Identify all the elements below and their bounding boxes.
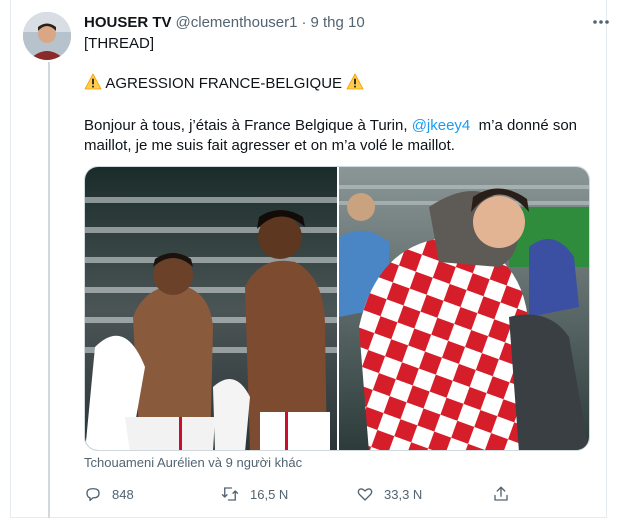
tagged-people-link[interactable]: Tchouameni Aurélien và 9 người khác [84,455,302,470]
share-button[interactable] [492,485,520,503]
separator-dot: · [301,13,307,31]
tweet-body-line-1: Bonjour à tous, j’étais à France Belgiqu… [84,116,577,136]
tweet-header: HOUSER TV @clementhouser1 · 9 thg 10 [84,12,610,32]
photo-1[interactable] [85,167,337,450]
warning-icon [346,73,364,96]
body-text: Bonjour à tous, j’étais à France Belgiqu… [84,117,412,134]
body-text: m’a donné son [470,117,578,134]
retweet-count: 16,5 N [250,486,289,502]
tweet-timestamp[interactable]: 9 thg 10 [310,14,364,31]
author-handle[interactable]: @clementhouser1 [176,14,298,31]
tweet-body-line-2: maillot, je me suis fait agresser et on … [84,137,455,154]
media-grid [84,166,590,451]
thread-connector-line [48,62,50,518]
like-icon [357,488,373,501]
like-count: 33,3 N [384,486,423,502]
warning-icon [84,73,102,96]
tweet-actions: 848 16,5 N 33,3 N [84,484,524,504]
like-button[interactable]: 33,3 N [356,485,492,503]
more-icon[interactable] [590,12,612,32]
retweet-icon [221,487,239,501]
thread-label: [THREAD] [84,35,155,52]
author-name[interactable]: HOUSER TV [84,14,172,31]
mention-link[interactable]: @jkeey4 [412,117,471,134]
headline: AGRESSION FRANCE-BELGIQUE [84,73,364,96]
reply-button[interactable]: 848 [84,485,220,503]
reply-count: 848 [112,486,134,502]
avatar[interactable] [23,12,71,60]
retweet-button[interactable]: 16,5 N [220,485,356,503]
reply-icon [86,488,100,502]
headline-text: AGRESSION FRANCE-BELGIQUE [105,75,343,92]
share-icon [494,486,508,501]
photo-2[interactable] [339,167,589,450]
